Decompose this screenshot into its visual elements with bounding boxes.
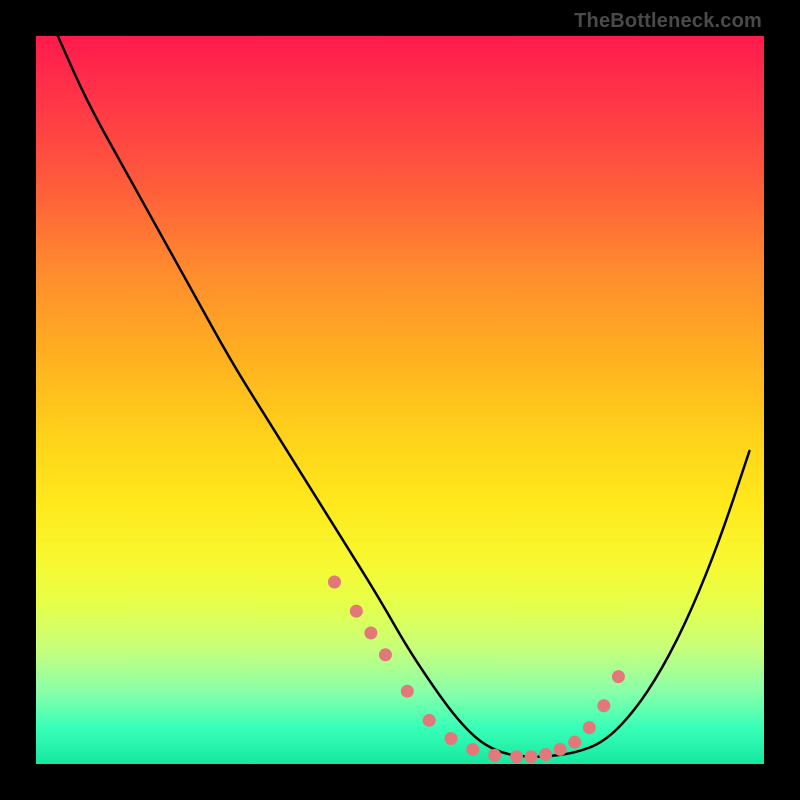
marker-dot [583, 721, 596, 734]
marker-dot [539, 748, 552, 761]
marker-dot [328, 576, 341, 589]
plot-area [36, 36, 764, 764]
marker-dot [510, 750, 523, 763]
marker-dots-group [328, 576, 625, 764]
marker-dot [466, 743, 479, 756]
marker-dot [350, 605, 363, 618]
marker-dot [568, 736, 581, 749]
marker-dot [379, 648, 392, 661]
marker-dot [488, 749, 501, 762]
curve-layer [36, 36, 764, 764]
marker-dot [444, 732, 457, 745]
marker-dot [612, 670, 625, 683]
marker-dot [423, 714, 436, 727]
marker-dot [554, 743, 567, 756]
bottleneck-curve [58, 36, 750, 757]
chart-container: TheBottleneck.com [0, 0, 800, 800]
marker-dot [525, 750, 538, 763]
marker-dot [401, 685, 414, 698]
watermark-text: TheBottleneck.com [574, 10, 762, 33]
marker-dot [364, 626, 377, 639]
marker-dot [597, 699, 610, 712]
